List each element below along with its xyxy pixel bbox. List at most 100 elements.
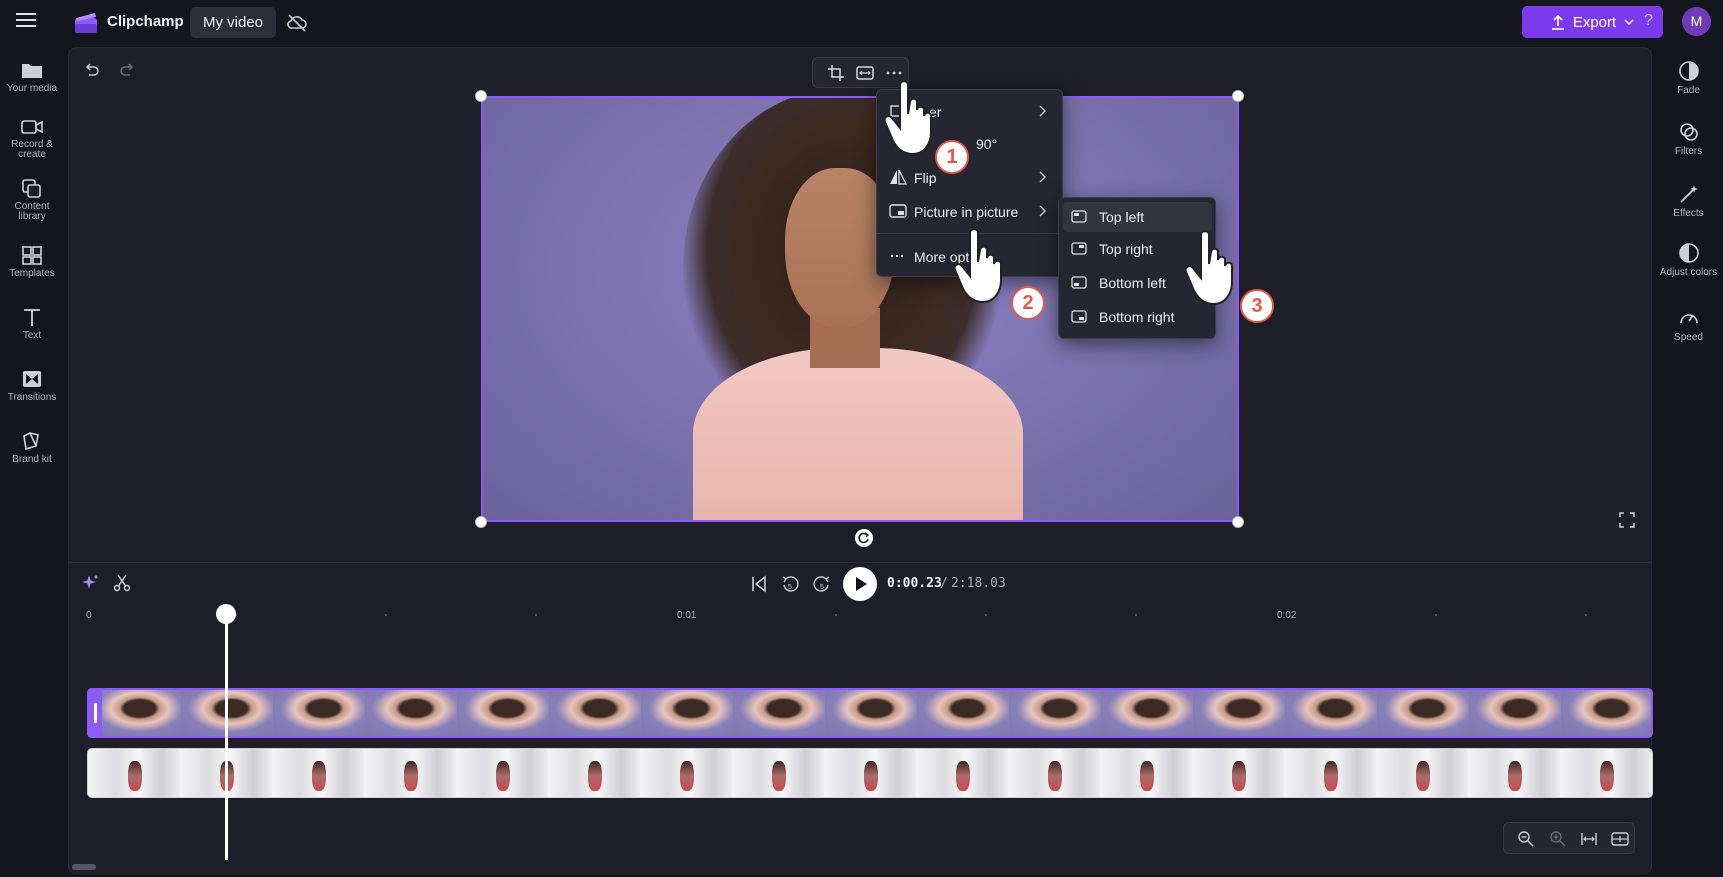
speed-icon (1679, 314, 1698, 324)
sidebar-item-label: Text (22, 330, 42, 341)
zoom-in-icon[interactable] (1549, 830, 1567, 848)
ruler-label: 0 (86, 610, 92, 621)
sidebar-item-label: Record & create (11, 139, 53, 160)
dancer-figure (772, 761, 786, 791)
video-track-clip[interactable] (87, 688, 1653, 738)
sidebar-item-brand-kit[interactable]: Brand kit (0, 431, 64, 465)
transitions-icon (23, 371, 41, 387)
menu-item-flip[interactable]: Flip (877, 163, 1064, 193)
sidebar-item-templates[interactable]: Templates (0, 245, 64, 279)
more-icon (889, 248, 905, 264)
playhead-handle[interactable] (216, 604, 236, 624)
clip-thumbnail (1192, 749, 1284, 797)
redo-icon[interactable] (119, 62, 135, 78)
fullscreen-icon[interactable] (1619, 512, 1635, 528)
sidebar-item-speed[interactable]: Speed (1654, 307, 1723, 343)
pip-position-icon (1071, 310, 1087, 324)
menu-item-label: 90° (976, 136, 998, 152)
sidebar-item-text[interactable]: Text (0, 307, 64, 341)
sidebar-item-label: Fade (1677, 85, 1700, 96)
skip-to-start-icon[interactable] (750, 575, 768, 593)
forward-5-icon[interactable]: 5 (813, 575, 831, 593)
clip-thumbnail (1285, 690, 1377, 736)
pip-option-label: Top left (1099, 209, 1145, 225)
ruler-tick (385, 614, 387, 616)
fade-icon (1678, 61, 1699, 81)
resize-handle-top-right[interactable] (1232, 90, 1244, 102)
pip-option-label: Top right (1099, 241, 1153, 257)
sidebar-item-label: Templates (9, 268, 55, 279)
hand-pointer-icon (1181, 230, 1251, 310)
sidebar-item-label: Adjust colors (1659, 267, 1718, 278)
resize-handle-bottom-left[interactable] (475, 516, 487, 528)
panel-divider (69, 562, 1651, 563)
dancer-figure (1048, 761, 1062, 791)
clip-thumbnail (1468, 749, 1560, 797)
menu-item-picture-in-picture[interactable]: Picture in picture (877, 197, 1064, 227)
timeline-zoom-controls (1503, 822, 1635, 854)
dancer-figure (956, 761, 970, 791)
clip-thumbnail (549, 690, 641, 736)
sparkle-icon[interactable] (81, 574, 99, 592)
text-icon (24, 309, 40, 326)
crop-icon[interactable] (827, 64, 845, 82)
scissors-icon[interactable] (113, 574, 131, 592)
sidebar-item-record-create[interactable]: Record & create (0, 118, 64, 160)
background-video-clip[interactable] (87, 748, 1653, 798)
dancer-figure (1600, 761, 1614, 791)
dancer-figure (1508, 761, 1522, 791)
sidebar-item-adjust-colors[interactable]: Adjust colors (1654, 242, 1723, 278)
hamburger-menu-icon[interactable] (16, 12, 40, 34)
sidebar-item-fade[interactable]: Fade (1654, 60, 1723, 96)
undo-icon[interactable] (84, 62, 100, 78)
play-button[interactable] (843, 567, 877, 601)
fit-icon[interactable] (855, 64, 875, 82)
ruler-tick (1585, 614, 1587, 616)
timeline-view-icon[interactable] (1611, 830, 1629, 848)
folder-icon (22, 64, 42, 78)
clip-thumbnail (733, 690, 825, 736)
sidebar-item-label: Your media (6, 83, 58, 94)
dancer-figure (864, 761, 878, 791)
sidebar-item-your-media[interactable]: Your media (0, 60, 64, 94)
sidebar-item-effects[interactable]: Effects (1654, 183, 1723, 219)
dancer-figure (312, 761, 326, 791)
cloud-off-icon[interactable] (286, 12, 308, 34)
sidebar-item-label: Content library (14, 201, 50, 222)
pip-option-label: Bottom left (1099, 275, 1166, 291)
sidebar-item-filters[interactable]: Filters (1654, 121, 1723, 157)
app-name: Clipchamp (107, 13, 184, 30)
playhead[interactable] (225, 612, 228, 860)
export-label: Export (1572, 13, 1617, 31)
user-avatar[interactable]: M (1682, 7, 1711, 36)
resize-handle-bottom-right[interactable] (1232, 516, 1244, 528)
sidebar-item-label: Effects (1673, 208, 1704, 219)
rotate-handle[interactable] (855, 529, 873, 547)
zoom-out-icon[interactable] (1517, 830, 1535, 848)
horizontal-scrollbar[interactable] (72, 864, 96, 870)
ruler-tick (1435, 614, 1437, 616)
flip-icon (889, 169, 907, 185)
sidebar-item-transitions[interactable]: Transitions (0, 369, 64, 403)
dancer-figure (404, 761, 418, 791)
fit-timeline-icon[interactable] (1580, 830, 1598, 848)
clip-thumbnail (732, 749, 824, 797)
rewind-5-icon[interactable]: 5 (781, 575, 799, 593)
upload-icon (1551, 14, 1564, 30)
camera-icon (21, 120, 43, 134)
dancer-figure (1416, 761, 1430, 791)
clip-thumbnail (1008, 749, 1100, 797)
clip-thumbnail (1009, 690, 1101, 736)
pip-icon (889, 203, 907, 219)
resize-handle-top-left[interactable] (475, 90, 487, 102)
total-time: 2:18.03 (951, 576, 1006, 591)
help-button[interactable]: ? (1644, 12, 1653, 30)
clip-thumbnail (825, 690, 917, 736)
person-shirt (693, 348, 1023, 520)
export-button[interactable]: Export (1522, 6, 1663, 38)
clip-trim-grip (94, 703, 97, 723)
templates-icon (22, 246, 42, 265)
pip-option-top-left[interactable]: Top left (1063, 202, 1212, 232)
project-name-field[interactable]: My video (190, 7, 277, 38)
sidebar-item-content-library[interactable]: Content library (0, 178, 64, 222)
